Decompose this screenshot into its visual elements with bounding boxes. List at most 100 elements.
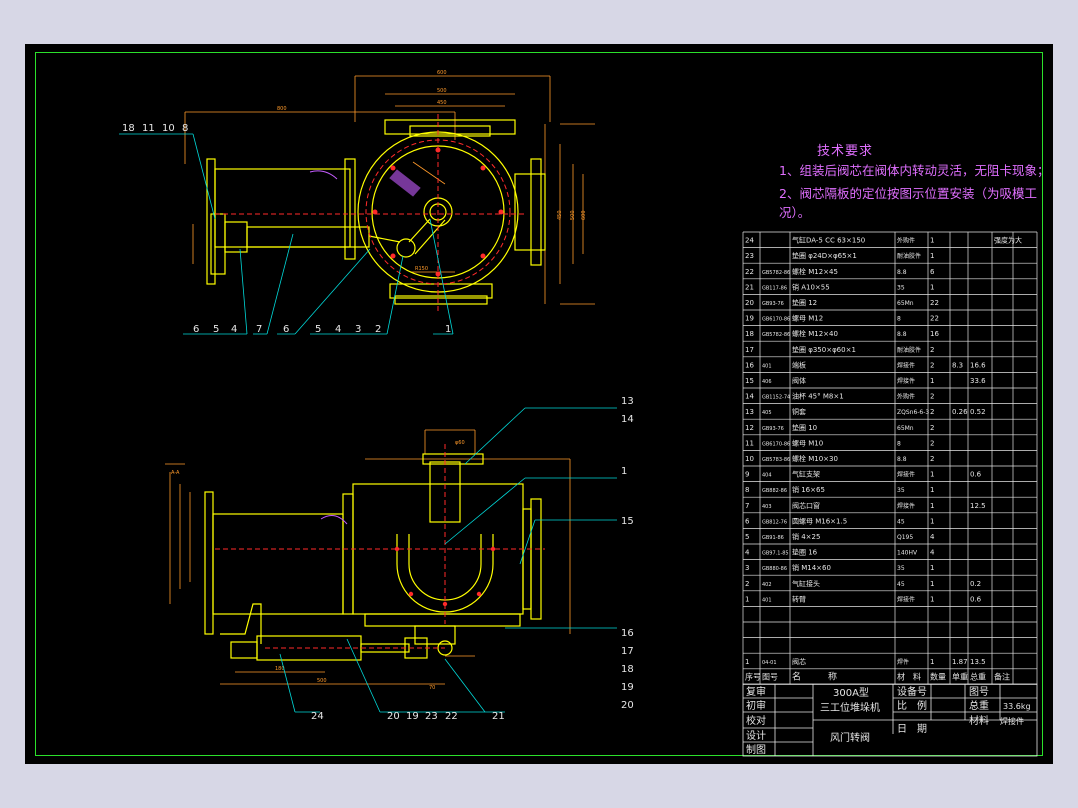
top-balloon-2: 2 — [375, 324, 381, 335]
tb-check: 校对 — [746, 714, 766, 727]
front-balloon-21: 21 — [492, 711, 505, 722]
tb-equip-label: 设备号 — [897, 685, 927, 698]
bom-cell-name: 螺栓 M12×40 — [792, 329, 838, 338]
bom-cell-no: 2 — [745, 580, 749, 588]
top-balloon-4a: 4 — [231, 324, 237, 335]
bom-cell-code: GB6170-86 — [762, 317, 790, 323]
tb-drawing-name: 风门转阀 — [830, 731, 870, 744]
tb-draw: 制图 — [746, 743, 766, 756]
top-view: 600 500 450 800 450 500 600 R150 18 11 1… — [119, 70, 595, 335]
front-balloon-14: 14 — [621, 414, 634, 425]
top-balloon-7: 7 — [256, 324, 262, 335]
bom-header-code: 图号 — [762, 672, 778, 681]
bom-cell-remark: 强度为大 — [994, 236, 1022, 245]
bom-cell-name: 销 M14×60 — [792, 563, 831, 572]
bom-cell-code: 401 — [762, 363, 772, 369]
bom-cell-mat: 65Mn — [897, 425, 914, 432]
bom-cell-qty: 1 — [930, 237, 934, 245]
bom-cell-qty: 2 — [930, 361, 934, 369]
bom-cell-name: 圆螺母 M16×1.5 — [792, 516, 847, 525]
engineering-drawing: 600 500 450 800 450 500 600 R150 18 11 1… — [119, 70, 1038, 757]
bom-cell-no: 9 — [745, 471, 749, 479]
bom-cell-name: 垫圈 φ24D×φ65×1 — [792, 251, 857, 260]
bom-cell-name: 销 A10×55 — [792, 282, 830, 291]
svg-text:500: 500 — [437, 88, 447, 94]
bom-cell-qty: 4 — [930, 549, 935, 557]
bom-cell-no: 5 — [745, 533, 749, 541]
tb-material-value: 焊接件 — [1000, 716, 1024, 726]
bom-cell-mat: 8.8 — [897, 331, 907, 338]
svg-text:500: 500 — [570, 210, 576, 220]
bom-cell-qty: 2 — [930, 346, 934, 354]
bom-cell-name: 垫圈 φ350×φ60×1 — [792, 345, 856, 354]
bom-cell-w2: 0.2 — [970, 580, 981, 588]
tech-req-item-1: 1、组装后阀芯在阀体内转动灵活，无阻卡现象； — [779, 163, 1050, 178]
tb-dwg-label: 图号 — [969, 686, 989, 698]
tb-product-model: 300A型 — [833, 686, 869, 699]
bom-cell-no: 1 — [745, 595, 749, 603]
bom-cell-code: 401 — [762, 597, 772, 603]
bom-cell-qty: 22 — [930, 299, 939, 307]
bom-cell-code: GB6170-86 — [762, 441, 790, 447]
top-balloon-5a: 5 — [213, 324, 219, 335]
front-balloon-19: 19 — [621, 682, 634, 693]
bom-cell-w1: 8.3 — [952, 361, 963, 369]
front-balloon-15: 15 — [621, 516, 634, 527]
bom-cell-no: 21 — [745, 283, 754, 291]
tb-scale-label: 比 例 — [897, 699, 927, 712]
tb-material-label: 材料 — [969, 714, 989, 727]
bom-header-no: 序号 — [745, 671, 761, 681]
front-balloon-18: 18 — [621, 664, 634, 675]
bom-cell-code: GB812-76 — [762, 519, 787, 525]
bom-cell-name: 螺栓 M12×45 — [792, 267, 838, 276]
bom-cell-qty: 1 — [930, 595, 934, 603]
bom-cell-no: 12 — [745, 424, 754, 432]
bom-cell-w2: 33.6 — [970, 377, 986, 385]
bom-cell-no: 1 — [745, 658, 749, 666]
bom-cell-mat: 140HV — [897, 550, 918, 557]
drawing-canvas: 600 500 450 800 450 500 600 R150 18 11 1… — [25, 44, 1053, 764]
bom-cell-code: GB882-86 — [762, 488, 787, 494]
bom-cell-name: 垫圈 12 — [792, 298, 817, 307]
bom-cell-name: 垫圈 10 — [792, 423, 817, 432]
bom-cell-qty: 1 — [930, 252, 934, 260]
bom-cell-no: 19 — [745, 315, 754, 323]
bom-cell-qty: 2 — [930, 455, 934, 463]
bom-cell-code: 404 — [762, 473, 772, 479]
bom-cell-qty: 2 — [930, 439, 934, 447]
bom-cell-name: 气缸支架 — [792, 470, 820, 479]
bom-cell-name: 转臂 — [792, 594, 806, 603]
bom-cell-name: 螺栓 M10×30 — [792, 454, 838, 463]
bom-cell-code: 403 — [762, 504, 772, 510]
bom-cell-no: 8 — [745, 486, 749, 494]
bom-cell-mat: 焊件 — [897, 658, 909, 666]
bom-cell-mat: 45 — [897, 581, 905, 588]
bom-cell-qty: 1 — [930, 517, 934, 525]
bom-cell-mat: 焊接件 — [897, 361, 915, 369]
bom-cell-no: 24 — [745, 237, 754, 245]
bom-cell-mat: 45 — [897, 518, 905, 525]
bom-cell-code: GB117-86 — [762, 285, 787, 291]
bom-cell-no: 3 — [745, 564, 749, 572]
bom-cell-mat: 焊接件 — [897, 502, 915, 510]
top-balloon-4b: 4 — [335, 324, 341, 335]
bom-cell-code: GB880-86 — [762, 566, 787, 572]
tb-weight-label: 总重 — [969, 699, 989, 712]
tb-date-label: 日 期 — [897, 723, 927, 735]
bom-header-mat: 材 料 — [897, 671, 921, 681]
svg-text:600: 600 — [581, 210, 587, 220]
bom-cell-name: 气缸DA-5 CC 63×150 — [792, 236, 865, 245]
bom-cell-mat: 8 — [897, 316, 901, 323]
svg-text:450: 450 — [557, 210, 563, 220]
bom-cell-qty: 16 — [930, 330, 939, 338]
front-balloon-20b: 20 — [387, 711, 400, 722]
front-balloon-17: 17 — [621, 646, 634, 657]
front-balloon-19b: 19 — [406, 711, 419, 722]
bom-header-qty: 数量 — [930, 671, 946, 681]
top-balloon-11: 11 — [142, 123, 155, 134]
bom-cell-qty: 4 — [930, 533, 935, 541]
bom-cell-name: 销 4×25 — [792, 532, 820, 541]
bom-cell-no: 10 — [745, 455, 754, 463]
bom-cell-code: GB5782-86 — [762, 332, 790, 338]
bom-cell-qty: 1 — [930, 580, 934, 588]
